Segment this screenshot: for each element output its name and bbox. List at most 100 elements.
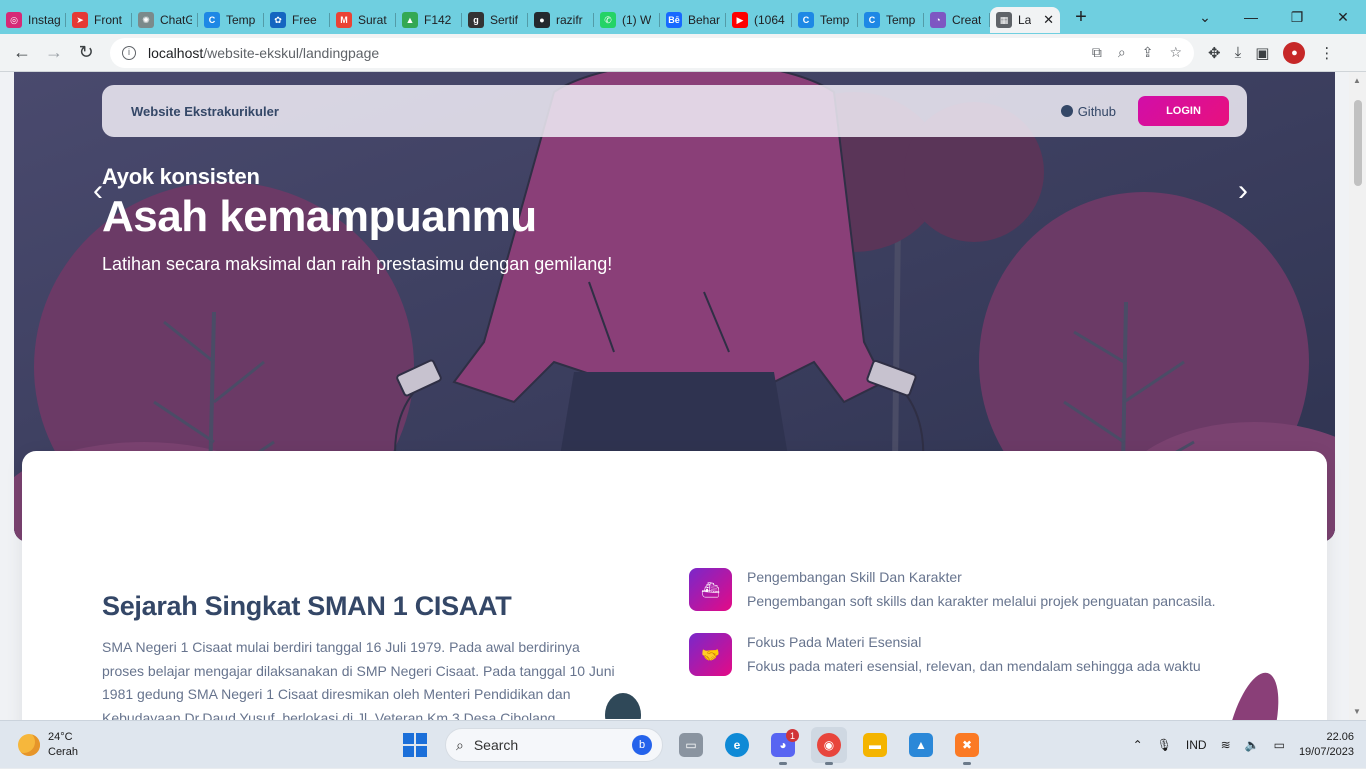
browser-tab[interactable]: C Temp [858, 7, 924, 33]
carousel-next-arrow[interactable]: › [1238, 174, 1248, 208]
address-bar[interactable]: i localhost /website-ekskul/landingpage … [110, 37, 1194, 68]
url-path: /website-ekskul/landingpage [203, 44, 380, 61]
browser-tab[interactable]: C Temp [792, 7, 858, 33]
tab-title: Temp [886, 13, 916, 27]
tab-title: Front [94, 13, 123, 27]
file-explorer-icon[interactable]: ▬ [857, 727, 893, 763]
browser-tab[interactable]: g Sertif [462, 7, 528, 33]
tab-favicon-icon: ✿ [270, 12, 286, 28]
wifi-icon[interactable]: ≋ [1221, 738, 1231, 752]
hero-subtitle: Latihan secara maksimal dan raih prestas… [102, 254, 613, 274]
feature-desc: Pengembangan soft skills dan karakter me… [747, 592, 1216, 609]
browser-tab[interactable]: ▦ La ✕ [990, 7, 1060, 33]
bing-icon[interactable]: b [632, 735, 652, 755]
browser-tab[interactable]: ● razifr [528, 7, 594, 33]
task-view-icon[interactable]: ▭ [673, 727, 709, 763]
github-link[interactable]: Github [1060, 104, 1116, 119]
zoom-icon[interactable]: ⌕ [1118, 44, 1126, 61]
ship-icon: ⛴ [689, 568, 732, 611]
site-info-icon[interactable]: i [122, 45, 136, 60]
windows-taskbar: 24°C Cerah ⌕ Search b ▭ e ◕ 1 ◉ ▬ ▲ ✖ ⌃ … [0, 720, 1366, 768]
hero-caption: Ayok konsisten Asah kemampuanmu Latihan … [102, 164, 612, 275]
weather-condition: Cerah [48, 745, 78, 758]
xampp-icon[interactable]: ✖ [949, 727, 985, 765]
reload-button[interactable]: ↻ [70, 42, 102, 63]
page-scrollbar[interactable]: ▲ ▼ [1349, 72, 1366, 720]
tab-title: Temp [226, 13, 256, 27]
clock-date: 19/07/2023 [1298, 746, 1354, 758]
volume-icon[interactable]: 🔈 [1245, 738, 1260, 752]
browser-tab[interactable]: ➤ Front [66, 7, 132, 33]
tab-favicon-icon: g [468, 12, 484, 28]
taskbar-search[interactable]: ⌕ Search b [445, 728, 663, 762]
system-tray: ⌃ 🎙 IND ≋ 🔈 ▭ 22.06 19/07/2023 [1133, 721, 1354, 769]
battery-icon[interactable]: ▭ [1274, 738, 1285, 752]
login-button[interactable]: LOGIN [1138, 96, 1229, 126]
profile-avatar[interactable]: ● [1283, 41, 1306, 64]
page-viewport: ‹ › Website Ekstrakurikuler Github LOGIN… [0, 72, 1349, 720]
tab-title: razifr [556, 13, 583, 27]
microphone-icon[interactable]: 🎙 [1157, 738, 1172, 752]
tab-favicon-icon: ▲ [402, 12, 418, 28]
browser-tab[interactable]: ▲ F142 [396, 7, 462, 33]
feature-title: Pengembangan Skill Dan Karakter [747, 569, 962, 585]
weather-widget[interactable]: 24°C Cerah [18, 730, 218, 760]
tab-favicon-icon: M [336, 12, 352, 28]
clock-time: 22.06 [1326, 731, 1354, 743]
forward-button[interactable]: → [38, 42, 70, 63]
downloads-icon[interactable]: ⤓ [1235, 44, 1242, 61]
tab-search-icon[interactable]: ⌄ [1182, 9, 1228, 26]
bookmark-star-icon[interactable]: ☆ [1169, 44, 1182, 61]
chrome-menu-icon[interactable]: ⋮ [1319, 44, 1334, 62]
tab-favicon-icon: C [864, 12, 880, 28]
extensions-icon[interactable]: ✥ [1208, 44, 1221, 62]
browser-tab[interactable]: ▶ (1064 [726, 7, 792, 33]
tab-title: Temp [820, 13, 850, 27]
clock[interactable]: 22.06 19/07/2023 [1299, 730, 1354, 760]
minimize-button[interactable]: — [1228, 9, 1274, 26]
language-indicator[interactable]: IND [1186, 738, 1207, 752]
browser-tab[interactable]: ✆ (1) W [594, 7, 660, 33]
back-button[interactable]: ← [6, 42, 38, 63]
share-icon[interactable]: ⇪ [1142, 44, 1154, 61]
discord-icon[interactable]: ◕ 1 [765, 727, 801, 765]
edge-icon[interactable]: e [719, 727, 755, 763]
feature-item: ⛴ Pengembangan Skill Dan Karakter Pengem… [689, 566, 1249, 613]
tab-title: (1064 [754, 13, 785, 27]
browser-tab[interactable]: ◔ Creat [924, 7, 990, 33]
scrollbar-thumb[interactable] [1354, 100, 1362, 186]
azure-data-studio-icon[interactable]: ▲ [903, 727, 939, 763]
side-panel-icon[interactable]: ▣ [1255, 44, 1269, 62]
tab-title: Creat [952, 13, 982, 27]
discord-badge: 1 [786, 729, 799, 742]
start-button[interactable] [403, 733, 427, 757]
search-label: Search [473, 737, 519, 753]
close-window-button[interactable]: ✕ [1320, 9, 1366, 26]
browser-toolbar: ← → ↻ i localhost /website-ekskul/landin… [0, 34, 1366, 72]
tab-favicon-icon: ✺ [138, 12, 154, 28]
open-in-app-icon[interactable]: ⧉ [1092, 44, 1102, 61]
tab-title: Instagram [28, 13, 60, 27]
browser-tab[interactable]: ✿ Free [264, 7, 330, 33]
tab-favicon-icon: ◔ [930, 12, 946, 28]
url-host: localhost [148, 44, 204, 61]
browser-tab[interactable]: M Surat [330, 7, 396, 33]
new-tab-button[interactable]: + [1066, 6, 1096, 29]
browser-tab[interactable]: ✺ ChatGPT [132, 7, 198, 33]
site-navbar: Website Ekstrakurikuler Github LOGIN [102, 85, 1247, 137]
github-icon [1060, 105, 1073, 117]
tab-favicon-icon: ➤ [72, 12, 88, 28]
browser-tab[interactable]: Bē Behar [660, 7, 726, 33]
chrome-icon[interactable]: ◉ [811, 727, 847, 765]
tray-overflow-icon[interactable]: ⌃ [1133, 738, 1143, 752]
browser-tab[interactable]: C Temp [198, 7, 264, 33]
history-title: Sejarah Singkat SMAN 1 CISAAT [102, 591, 512, 621]
site-brand[interactable]: Website Ekstrakurikuler [131, 104, 279, 119]
close-tab-icon[interactable]: ✕ [1043, 12, 1054, 28]
browser-tab[interactable]: ◎ Instagram [0, 7, 66, 33]
restore-button[interactable]: ❐ [1274, 9, 1320, 26]
tab-title: ChatGPT [160, 13, 192, 27]
tab-title: F142 [424, 13, 452, 27]
history-block: Sejarah Singkat SMAN 1 CISAAT SMA Negeri… [102, 591, 622, 720]
tab-favicon-icon: ● [534, 12, 550, 28]
